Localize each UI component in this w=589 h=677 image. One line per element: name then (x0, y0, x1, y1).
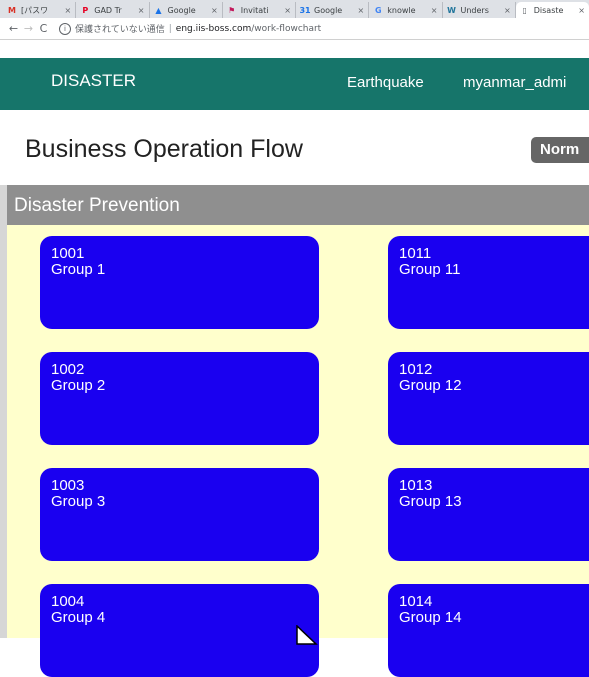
group-code: 1003 (51, 477, 85, 494)
group-name: Group 4 (51, 609, 106, 626)
group-card-1001[interactable]: 1001 Group 1 (40, 236, 319, 329)
close-icon[interactable]: × (578, 6, 585, 15)
gmail-icon: M (8, 5, 16, 15)
app-header: DISASTER Earthquake myanmar_admi (0, 58, 589, 110)
browser-tab[interactable]: ⚑ Invitati × (223, 2, 296, 18)
close-icon[interactable]: × (504, 6, 511, 15)
section-header: Disaster Prevention (7, 185, 589, 225)
status-badge: Norm (531, 137, 589, 163)
browser-tab-title: GAD Tr (94, 5, 122, 15)
close-icon[interactable]: × (358, 6, 365, 15)
group-code: 1004 (51, 593, 85, 610)
browser-tab[interactable]: ▲ Google × (150, 2, 223, 18)
section-left-border (0, 185, 7, 638)
group-card-1013[interactable]: 1013 Group 13 (388, 468, 589, 561)
browser-tab[interactable]: M [パスワ × (3, 2, 77, 18)
mouse-cursor-icon (296, 625, 318, 645)
page-icon: ▯ (522, 5, 527, 15)
group-name: Group 12 (399, 377, 462, 394)
browser-tab[interactable]: W Unders × (443, 2, 516, 18)
group-code: 1011 (399, 245, 432, 262)
group-code: 1014 (399, 593, 433, 610)
close-icon[interactable]: × (431, 6, 438, 15)
browser-tab-title: Invitati (240, 5, 269, 15)
browser-tab-title: Disaste (533, 5, 564, 15)
group-name: Group 11 (399, 261, 461, 278)
group-card-1003[interactable]: 1003 Group 3 (40, 468, 319, 561)
bookmark-icon: ⚑ (228, 5, 236, 15)
group-code: 1012 (399, 361, 433, 378)
url-separator: | (168, 23, 172, 34)
browser-tab-title: Google (314, 5, 343, 15)
info-icon[interactable]: i (59, 22, 71, 35)
browser-tab-title: knowle (387, 5, 416, 15)
google-search-icon: G (374, 5, 382, 15)
browser-address-bar: ← → C i 保護されていない通信 | eng.iis-boss.com /w… (0, 18, 589, 40)
browser-tab[interactable]: Gknowle × (369, 2, 443, 18)
group-name: Group 14 (399, 609, 462, 626)
group-name: Group 3 (51, 493, 106, 510)
close-icon[interactable]: × (138, 6, 145, 15)
page-title: Business Operation Flow (25, 135, 303, 163)
not-secure-label: 保護されていない通信 (75, 25, 165, 35)
group-code: 1002 (51, 361, 85, 378)
browser-tab[interactable]: 31 Google × (296, 2, 370, 18)
close-icon[interactable]: × (284, 6, 291, 15)
google-calendar-icon: 31 (299, 5, 311, 15)
group-card-1011[interactable]: 1011 Group 11 (388, 236, 589, 329)
reload-icon[interactable]: C (36, 22, 51, 35)
back-arrow-icon[interactable]: ← (6, 22, 21, 35)
close-icon[interactable]: × (211, 6, 218, 15)
pinterest-icon: P (82, 5, 89, 15)
group-card-1002[interactable]: 1002 Group 2 (40, 352, 319, 445)
url-path[interactable]: /work-flowchart (251, 24, 321, 34)
group-code: 1001 (51, 245, 85, 262)
brand-link[interactable]: DISASTER (51, 71, 136, 91)
nav-user-menu[interactable]: myanmar_admi (463, 74, 566, 91)
browser-tab-title: Unders (460, 5, 489, 15)
google-drive-icon: ▲ (155, 5, 162, 15)
nav-earthquake-link[interactable]: Earthquake (347, 74, 424, 91)
browser-tab-title: [パスワ (21, 5, 49, 15)
forward-arrow-icon[interactable]: → (21, 22, 36, 35)
group-name: Group 2 (51, 377, 106, 394)
browser-tab[interactable]: P GAD Tr × (76, 2, 150, 18)
url-host[interactable]: eng.iis-boss.com (176, 24, 251, 34)
group-code: 1013 (399, 477, 433, 494)
group-name: Group 13 (399, 493, 462, 510)
browser-tab[interactable]: ▯ Disaste × (515, 2, 589, 18)
wordpress-icon: W (447, 5, 456, 15)
browser-tab-title: Google (167, 5, 196, 15)
browser-tab-strip: M [パスワ × P GAD Tr × ▲ Google × ⚑ Invitati × 31 Google… (0, 0, 589, 18)
group-card-1004[interactable]: 1004 Group 4 (40, 584, 319, 677)
close-icon[interactable]: × (65, 6, 72, 15)
group-card-1012[interactable]: 1012 Group 12 (388, 352, 589, 445)
group-name: Group 1 (51, 261, 106, 278)
group-card-1014[interactable]: 1014 Group 14 (388, 584, 589, 677)
